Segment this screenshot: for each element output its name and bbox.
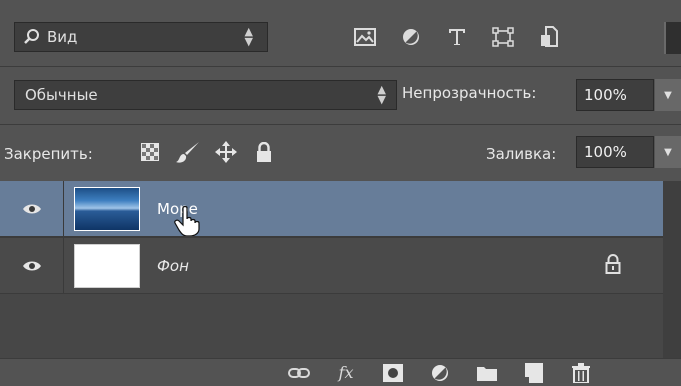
image-filter-icon[interactable] xyxy=(350,24,380,50)
chevron-down-icon: ▼ xyxy=(664,146,672,158)
search-icon xyxy=(24,29,39,44)
eye-icon xyxy=(22,204,41,213)
scrollbar[interactable] xyxy=(663,181,681,358)
fill-dropdown-button[interactable]: ▼ xyxy=(655,136,681,168)
lock-icons xyxy=(137,138,277,166)
layer-thumbnail-sea[interactable] xyxy=(74,186,140,231)
fx-icon[interactable]: fx xyxy=(329,359,363,386)
visibility-toggle[interactable] xyxy=(0,181,64,236)
chevron-down-icon: ▼ xyxy=(664,89,672,101)
fill-label: Заливка: xyxy=(486,145,557,163)
adjustment-layer-icon[interactable] xyxy=(423,359,457,386)
kind-filter-select[interactable]: Вид ▲ ▼ xyxy=(14,22,268,52)
divider xyxy=(0,66,681,67)
group-folder-icon[interactable] xyxy=(470,359,504,386)
layer-name[interactable]: Фон xyxy=(157,257,189,275)
trash-icon[interactable] xyxy=(564,359,598,386)
updown-arrows-icon: ▲ ▼ xyxy=(377,83,386,106)
blend-mode-label: Обычные xyxy=(25,86,98,104)
lock-image-pixels-brush-icon[interactable] xyxy=(175,138,201,166)
divider xyxy=(0,124,681,125)
lock-position-move-icon[interactable] xyxy=(213,138,239,166)
eye-icon xyxy=(22,261,41,270)
layer-thumbnail-background[interactable] xyxy=(74,243,140,288)
kind-filter-label: Вид xyxy=(47,28,78,46)
type-filter-icon[interactable] xyxy=(442,24,472,50)
filter-row: Вид ▲ ▼ xyxy=(0,0,681,66)
opacity-dropdown-button[interactable]: ▼ xyxy=(655,79,681,111)
opacity-label: Непрозрачность: xyxy=(402,84,537,102)
layers-list: Море Фон xyxy=(0,181,681,358)
adjustment-filter-icon[interactable] xyxy=(396,24,426,50)
new-layer-icon[interactable] xyxy=(517,359,551,386)
layers-panel: Вид ▲ ▼ Обычные ▲ ▼ Непрозрачность: 100%… xyxy=(0,0,681,385)
lock-icon xyxy=(605,254,621,274)
blend-mode-select[interactable]: Обычные ▲ ▼ xyxy=(14,80,397,110)
shape-filter-icon[interactable] xyxy=(488,24,518,50)
layer-row-sea[interactable]: Море xyxy=(0,181,663,237)
lock-all-icon[interactable] xyxy=(251,138,277,166)
link-icon[interactable] xyxy=(282,359,316,386)
layer-row-background[interactable]: Фон xyxy=(0,238,663,293)
hand-cursor-icon xyxy=(174,205,200,237)
updown-arrows-icon: ▲ ▼ xyxy=(244,25,253,48)
mask-icon[interactable] xyxy=(376,359,410,386)
filter-icons xyxy=(350,24,564,50)
opacity-input[interactable]: 100% xyxy=(576,79,654,111)
smart-object-filter-icon[interactable] xyxy=(534,24,564,50)
filter-toggle-switch[interactable] xyxy=(664,22,681,54)
fill-input[interactable]: 100% xyxy=(576,136,654,168)
divider xyxy=(0,293,663,294)
bottom-toolbar: fx xyxy=(0,358,681,385)
lock-label: Закрепить: xyxy=(4,145,93,163)
lock-transparency-icon[interactable] xyxy=(137,138,163,166)
visibility-toggle[interactable] xyxy=(0,238,64,293)
